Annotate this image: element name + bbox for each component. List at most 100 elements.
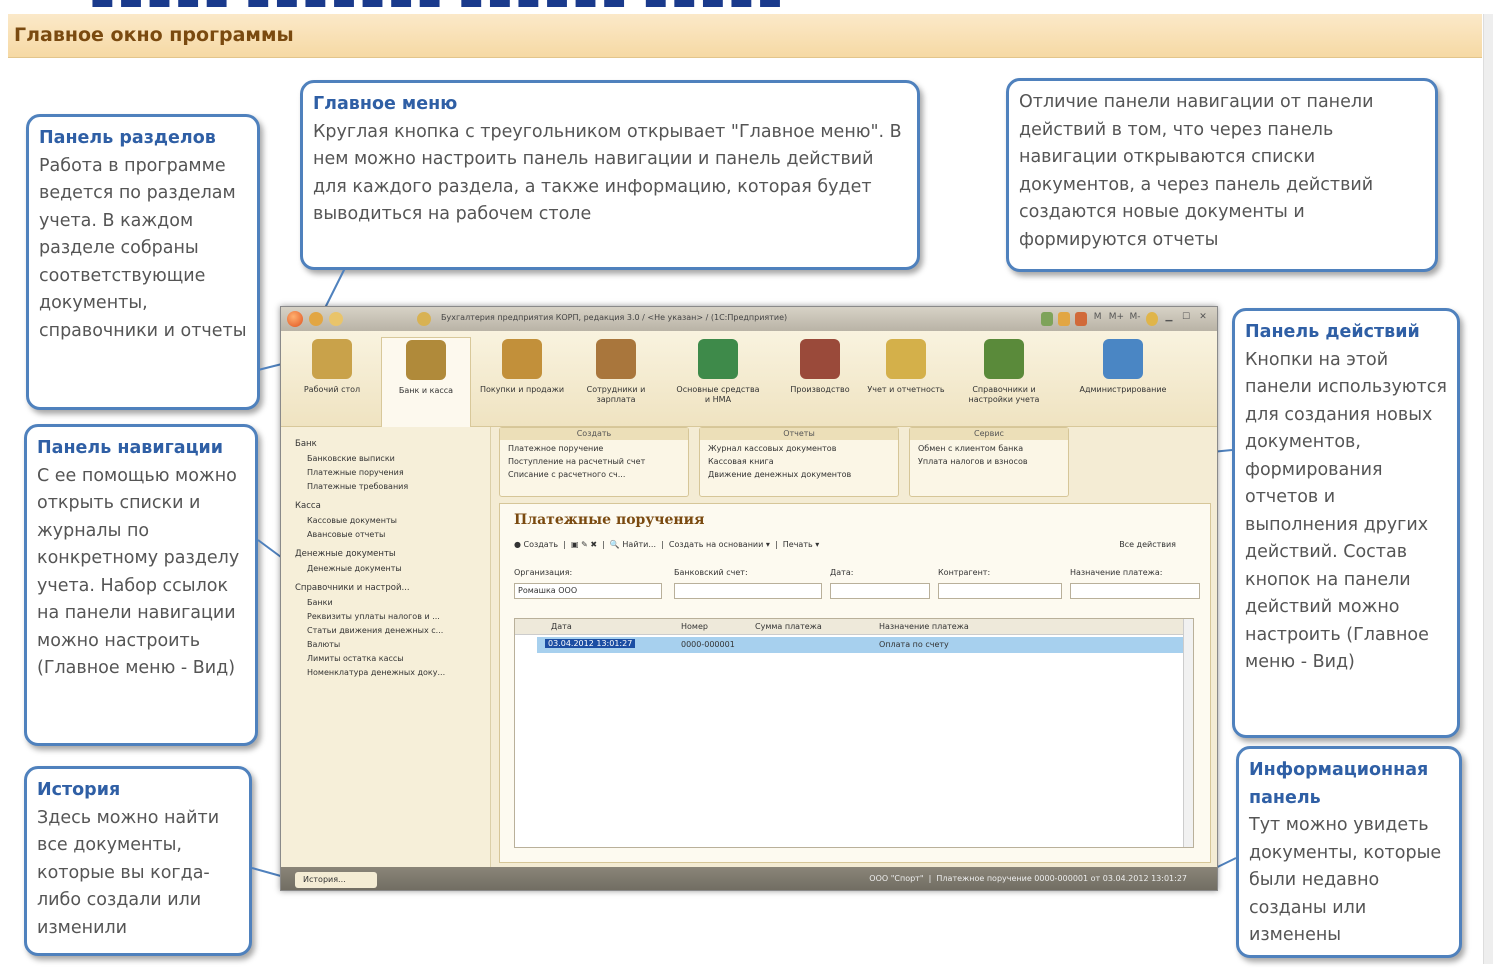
table-scrollbar[interactable]: [1183, 619, 1193, 847]
nav-link[interactable]: Банки: [307, 598, 490, 607]
section-label: Банк и касса: [398, 386, 454, 395]
last-document-link[interactable]: Платежное поручение 0000-000001 от 03.04…: [936, 874, 1187, 883]
purpose-input[interactable]: [1070, 583, 1200, 599]
sections-panel: Рабочий стол Банк и касса Покупки и прод…: [281, 331, 1217, 429]
callout-body: Отличие панели навигации от панели дейст…: [1019, 92, 1374, 250]
nav-link[interactable]: Кассовые документы: [307, 516, 490, 525]
action-link[interactable]: Журнал кассовых документов: [708, 444, 890, 453]
date-input[interactable]: [830, 583, 930, 599]
action-link[interactable]: Обмен с клиентом банка: [918, 444, 1060, 453]
callout-body: Работа в программе ведется по разделам у…: [39, 155, 247, 341]
organization-input[interactable]: Ромашка ООО: [514, 583, 662, 599]
find-button[interactable]: 🔍 Найти...: [610, 540, 656, 549]
action-link[interactable]: Уплата налогов и взносов: [918, 457, 1060, 466]
filter-organization: Организация: Ромашка ООО: [514, 568, 662, 599]
main-menu-button[interactable]: [287, 311, 303, 327]
nav-link[interactable]: Статьи движения денежных с...: [307, 626, 490, 635]
nav-link[interactable]: Реквизиты уплаты налогов и ...: [307, 612, 490, 621]
bank-account-input[interactable]: [674, 583, 822, 599]
callout-difference: Отличие панели навигации от панели дейст…: [1006, 78, 1438, 272]
desktop-icon: [312, 339, 352, 379]
memory-plus-button[interactable]: M+: [1109, 312, 1124, 326]
action-group-create: Создать Платежное поручение Поступление …: [499, 427, 689, 497]
section-references[interactable]: Справочники и настройки учета: [959, 337, 1049, 425]
database-icon: [1103, 339, 1143, 379]
action-group-header: Создать: [500, 428, 688, 440]
nav-link[interactable]: Валюты: [307, 640, 490, 649]
star-icon[interactable]: [417, 312, 431, 326]
create-button[interactable]: ● Создать: [514, 540, 558, 549]
callout-heading: Панель разделов: [39, 128, 216, 148]
copy-icon[interactable]: ▣: [571, 540, 579, 549]
action-link[interactable]: Поступление на расчетный счет: [508, 457, 680, 466]
filter-bank-account: Банковский счет:: [674, 568, 822, 599]
calculator-icon[interactable]: [1074, 312, 1087, 326]
filter-label: Дата:: [830, 568, 854, 577]
minimize-icon[interactable]: ▁: [1163, 312, 1175, 326]
nav-link[interactable]: Платежные поручения: [307, 468, 490, 477]
back-icon[interactable]: [309, 312, 323, 326]
org-link[interactable]: ООО "Спорт": [869, 874, 923, 883]
close-icon[interactable]: ✕: [1197, 312, 1209, 326]
cropped-heading-fragment: ▬▬▬▬▬ ▬▬▬▬▬▬▬ ▬▬▬▬▬▬ ▬▬▬▬▬: [90, 0, 786, 10]
callout-nav-panel: Панель навигации С ее помощью можно откр…: [24, 424, 258, 746]
create-based-button[interactable]: Создать на основании: [669, 540, 763, 549]
history-button[interactable]: История...: [295, 872, 377, 888]
section-purchases[interactable]: Покупки и продажи: [477, 337, 567, 425]
column-header[interactable]: Сумма платежа: [755, 622, 822, 631]
info-text: ООО "Спорт" | Платежное поручение 0000-0…: [869, 874, 1187, 883]
table-header: Дата Номер Сумма платежа Назначение плат…: [515, 619, 1193, 635]
calendar-icon[interactable]: [1057, 312, 1070, 326]
action-link[interactable]: Списание с расчетного сч...: [508, 470, 680, 479]
section-desktop[interactable]: Рабочий стол: [287, 337, 377, 425]
section-accounting[interactable]: Учет и отчетность: [861, 337, 951, 425]
truck-icon: [502, 339, 542, 379]
section-staff[interactable]: Сотрудники и зарплата: [571, 337, 661, 425]
nav-link[interactable]: Платежные требования: [307, 482, 490, 491]
home-icon[interactable]: [1040, 312, 1053, 326]
filter-purpose: Назначение платежа:: [1070, 568, 1200, 599]
list-form: Платежные поручения ● Создать | ▣ ✎ ✖ | …: [499, 503, 1211, 863]
callout-heading: Информационная панель: [1249, 760, 1429, 808]
column-header[interactable]: Назначение платежа: [879, 622, 969, 631]
action-link[interactable]: Движение денежных документов: [708, 470, 890, 479]
window-toolbar-right: M M+ M- ▁ ☐ ✕: [1040, 312, 1209, 326]
callout-sections-panel: Панель разделов Работа в программе ведет…: [26, 114, 260, 410]
section-bank[interactable]: Банк и касса: [381, 337, 471, 429]
maximize-icon[interactable]: ☐: [1180, 312, 1192, 326]
folder-icon: [886, 339, 926, 379]
section-label: Основные средства и НМА: [676, 385, 760, 404]
all-actions-button[interactable]: Все действия: [1119, 540, 1176, 549]
counterparty-input[interactable]: [938, 583, 1062, 599]
edit-icon[interactable]: ✎: [581, 540, 588, 549]
section-label: Учет и отчетность: [867, 385, 945, 394]
section-assets[interactable]: Основные средства и НМА: [673, 337, 763, 425]
memory-minus-button[interactable]: M-: [1129, 312, 1141, 326]
forward-icon[interactable]: [329, 312, 343, 326]
filters-row: Организация: Ромашка ООО Банковский счет…: [514, 568, 1202, 608]
nav-link[interactable]: Денежные документы: [307, 564, 490, 573]
print-button[interactable]: Печать: [783, 540, 813, 549]
section-admin[interactable]: Администрирование: [1071, 337, 1175, 425]
nav-link[interactable]: Банковские выписки: [307, 454, 490, 463]
action-link[interactable]: Кассовая книга: [708, 457, 890, 466]
memory-button[interactable]: M: [1092, 312, 1104, 326]
column-header[interactable]: Номер: [681, 622, 708, 631]
nav-group-money-docs: Денежные документы: [295, 549, 396, 559]
nav-link[interactable]: Лимиты остатка кассы: [307, 654, 490, 663]
nav-link[interactable]: Авансовые отчеты: [307, 530, 490, 539]
slide-scrollbar[interactable]: [1483, 14, 1493, 964]
delete-icon[interactable]: ✖: [590, 540, 597, 549]
callout-heading: История: [37, 780, 121, 800]
callout-heading: Панель навигации: [37, 438, 224, 458]
section-production[interactable]: Производство: [775, 337, 865, 425]
action-link[interactable]: Платежное поручение: [508, 444, 680, 453]
help-icon[interactable]: [1146, 312, 1158, 326]
slide-header: Главное окно программы: [8, 14, 1482, 58]
nav-link[interactable]: Номенклатура денежных доку...: [307, 668, 490, 677]
column-header[interactable]: Дата: [551, 622, 572, 631]
cell-date: 03.04.2012 13:01:27: [545, 639, 636, 648]
table-row[interactable]: 03.04.2012 13:01:27 0000-000001 Оплата п…: [537, 637, 1187, 653]
app-window: Бухгалтерия предприятия КОРП, редакция 3…: [280, 306, 1218, 891]
action-group-header: Отчеты: [700, 428, 898, 440]
